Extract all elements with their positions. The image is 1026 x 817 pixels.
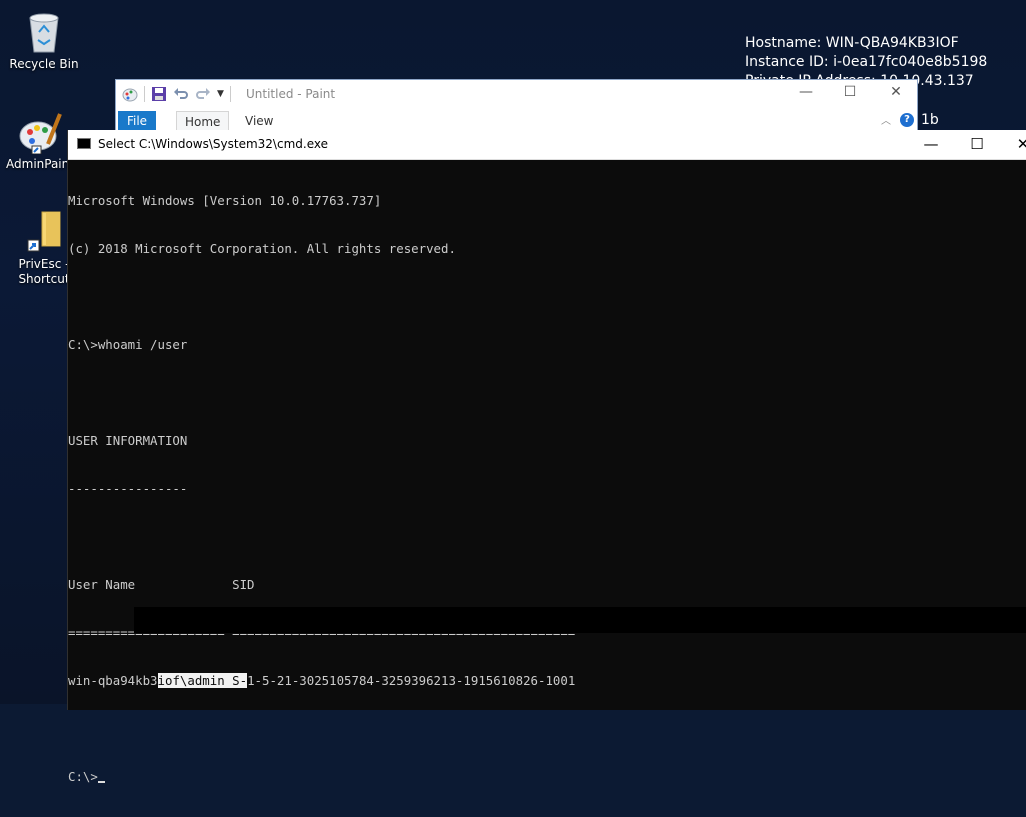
paint-minimize-button[interactable]: — xyxy=(792,84,820,100)
text-cursor xyxy=(97,781,105,783)
paint-app-icon[interactable] xyxy=(122,86,138,102)
user-row-text: 1-5-21-3025105784-3259396213-1915610826-… xyxy=(247,673,576,688)
desktop: Hostname: WIN-QBA94KB3IOF Instance ID: i… xyxy=(0,0,1026,784)
paint-close-button[interactable]: ✕ xyxy=(882,84,910,100)
console-dark-band xyxy=(134,607,1026,633)
console-prompt: C:\> xyxy=(68,769,98,784)
separator xyxy=(229,86,231,102)
tab-home[interactable]: Home xyxy=(176,111,230,132)
desktop-icon-label: Recycle Bin xyxy=(9,57,79,71)
chevron-down-icon[interactable]: ▼ xyxy=(217,89,224,99)
recycle-bin-icon xyxy=(24,10,64,54)
separator xyxy=(144,86,145,102)
text-selection[interactable]: iof\admin S- xyxy=(157,673,248,688)
console-prompt-line: C:\> xyxy=(68,769,1026,785)
folder-icon xyxy=(24,210,64,254)
paint-icon xyxy=(18,110,62,155)
undo-icon[interactable] xyxy=(173,86,189,102)
cmd-window-title: Select C:\Windows\System32\cmd.exe xyxy=(98,137,328,151)
cmd-window[interactable]: Select C:\Windows\System32\cmd.exe — ☐ ✕… xyxy=(67,130,1026,784)
cmd-maximize-button[interactable]: ☐ xyxy=(962,135,992,153)
console-line: C:\>whoami /user xyxy=(68,337,188,352)
bginfo-hostname: Hostname: WIN-QBA94KB3IOF xyxy=(745,35,959,51)
quick-access-toolbar: ▼ xyxy=(122,86,231,102)
bginfo-instance-id: Instance ID: i-0ea17fc040e8b5198 xyxy=(745,54,988,70)
paint-maximize-button[interactable]: ☐ xyxy=(836,84,864,100)
console-line: User Name SID xyxy=(68,577,255,592)
console-line: ---------------- xyxy=(68,481,188,496)
ribbon-tab-bar: File Home View ︿ ? xyxy=(116,108,917,132)
desktop-icon-label: PrivEsc - Shortcut xyxy=(18,257,70,286)
paint-window[interactable]: ▼ Untitled - Paint — ☐ ✕ File Home View … xyxy=(115,79,918,132)
redo-icon[interactable] xyxy=(195,86,211,102)
console-line: Microsoft Windows [Version 10.0.17763.73… xyxy=(68,193,382,208)
user-row-text: win-qba94kb3 xyxy=(68,673,158,688)
paint-window-title: Untitled - Paint xyxy=(246,87,336,101)
save-icon[interactable] xyxy=(151,86,167,102)
cmd-app-icon xyxy=(77,138,91,149)
tab-view[interactable]: View xyxy=(237,111,281,131)
ribbon-collapse-icon[interactable]: ︿ xyxy=(881,112,891,127)
desktop-icon-recycle-bin[interactable]: Recycle Bin xyxy=(8,10,80,72)
console-line: USER INFORMATION xyxy=(68,433,188,448)
paint-titlebar[interactable]: ▼ Untitled - Paint — ☐ ✕ xyxy=(116,80,917,108)
console-user-row: win-qba94kb3iof\admin S-1-5-21-302510578… xyxy=(68,673,1026,689)
desktop-icon-label: AdminPaint xyxy=(6,157,74,171)
help-icon[interactable]: ? xyxy=(900,113,914,127)
tab-file[interactable]: File xyxy=(118,111,156,131)
cmd-minimize-button[interactable]: — xyxy=(916,135,946,153)
desktop-icon-adminpaint[interactable]: AdminPaint xyxy=(4,110,76,172)
bginfo-partial-text: 1b xyxy=(921,112,939,128)
cmd-titlebar[interactable]: Select C:\Windows\System32\cmd.exe — ☐ ✕ xyxy=(68,130,1026,160)
cmd-close-button[interactable]: ✕ xyxy=(1008,135,1026,153)
console-line: (c) 2018 Microsoft Corporation. All righ… xyxy=(68,241,456,256)
